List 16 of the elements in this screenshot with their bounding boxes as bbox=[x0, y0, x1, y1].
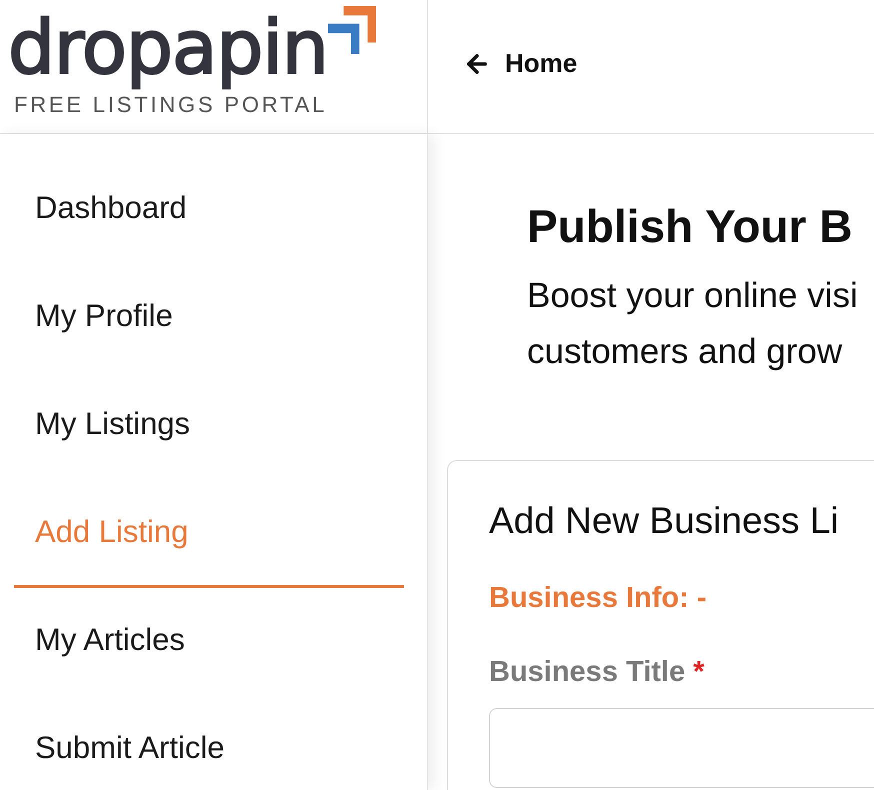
sidebar-link[interactable]: Submit Article bbox=[14, 696, 404, 790]
chevrons-logo-icon bbox=[328, 6, 376, 54]
home-link[interactable]: Home bbox=[463, 44, 578, 83]
sidebar-link[interactable]: My Profile bbox=[14, 264, 404, 372]
field-label: Business Title bbox=[489, 655, 686, 690]
required-asterisk: * bbox=[693, 655, 704, 690]
card-title: Add New Business Li bbox=[489, 499, 840, 543]
input-field[interactable] bbox=[489, 708, 874, 788]
logo-wordmark: dropapin bbox=[8, 6, 328, 90]
section-heading: Business Info: - bbox=[489, 581, 707, 616]
page-title: Publish Your B bbox=[527, 199, 854, 254]
intro-paragraph: Boost your online visi customers and grow bbox=[527, 275, 859, 373]
logo-tagline: FREE LISTINGS PORTAL bbox=[14, 92, 328, 118]
sidebar-link[interactable]: My Articles bbox=[14, 588, 404, 696]
sidebar-link[interactable]: My Listings bbox=[14, 372, 404, 480]
sidebar-link[interactable]: Dashboard bbox=[14, 156, 404, 264]
